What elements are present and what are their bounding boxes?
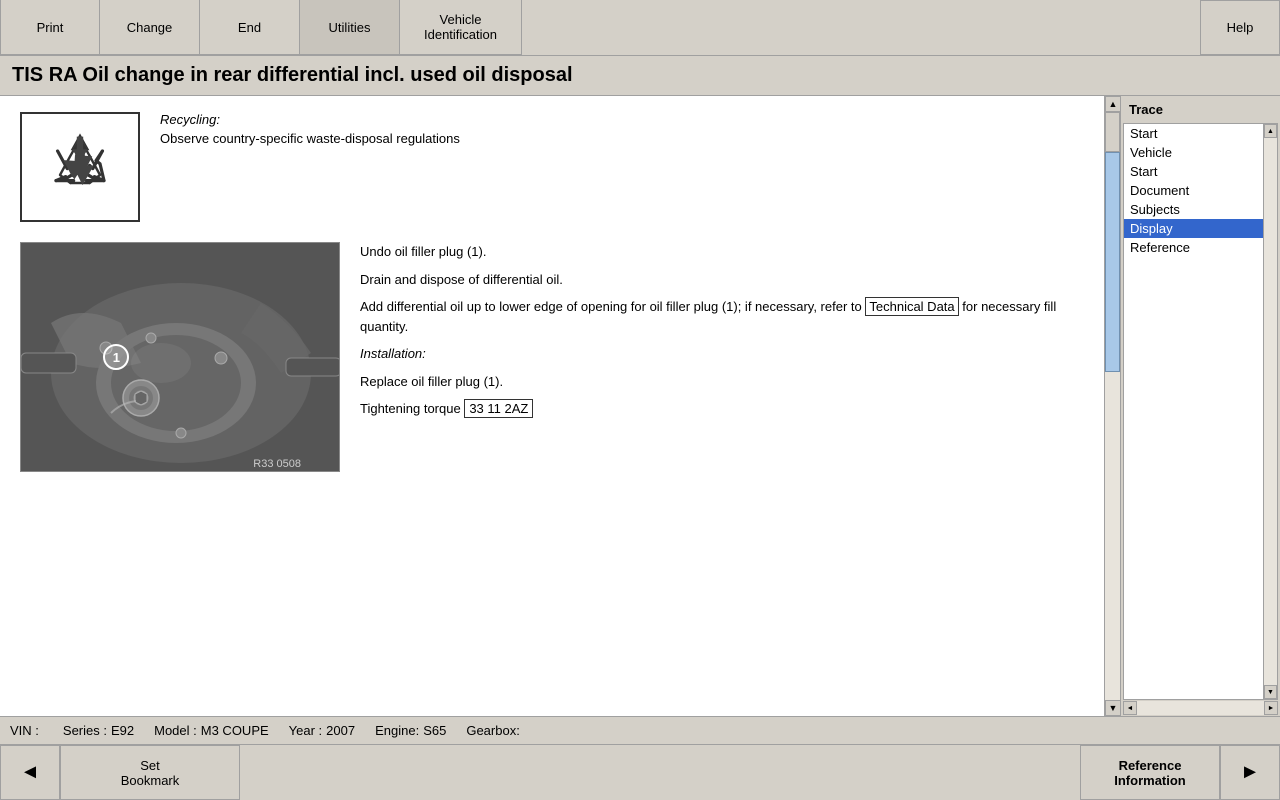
- step3-pre: Add differential oil up to lower edge of…: [360, 299, 862, 314]
- bottom-bar: ◄ SetBookmark ReferenceInformation ►: [0, 744, 1280, 800]
- utilities-button[interactable]: Utilities: [300, 0, 400, 55]
- bottom-spacer: [240, 745, 1080, 800]
- bookmark-label: SetBookmark: [121, 758, 180, 788]
- engine-label: Engine:: [375, 723, 419, 738]
- right-panel: Trace Start Vehicle Start Document Subje…: [1120, 96, 1280, 716]
- trace-item-vehicle[interactable]: Vehicle: [1124, 143, 1277, 162]
- forward-button[interactable]: ►: [1220, 745, 1280, 800]
- scroll-up-arrow[interactable]: ▲: [1105, 96, 1120, 112]
- tis-label: TIS: [12, 64, 43, 86]
- reference-info-button[interactable]: ReferenceInformation: [1080, 745, 1220, 800]
- step3-text: Add differential oil up to lower edge of…: [360, 297, 1068, 336]
- main-area: Recycling: Observe country-specific wast…: [0, 96, 1280, 716]
- install-step1: Replace oil filler plug (1).: [360, 372, 1068, 392]
- step1-text: Undo oil filler plug (1).: [360, 242, 1068, 262]
- trace-item-reference[interactable]: Reference: [1124, 238, 1277, 257]
- trace-vscroll: ▲ ▼: [1263, 124, 1277, 699]
- trace-scroll-track: [1264, 138, 1277, 685]
- trace-item-start2[interactable]: Start: [1124, 162, 1277, 181]
- scroll-thumb-top[interactable]: [1105, 112, 1120, 152]
- model-value: M3 COUPE: [201, 723, 269, 738]
- engine-item: Engine: S65: [375, 723, 446, 738]
- year-value: 2007: [326, 723, 355, 738]
- trace-list: Start Vehicle Start Document Subjects Di…: [1123, 123, 1278, 700]
- recycling-text: Observe country-specific waste-disposal …: [160, 131, 1068, 146]
- trace-scroll-down[interactable]: ▼: [1264, 685, 1277, 699]
- model-item: Model : M3 COUPE: [154, 723, 269, 738]
- trace-scroll-left[interactable]: ◄: [1123, 701, 1137, 715]
- differential-illustration: R33 0508: [21, 243, 340, 472]
- recycling-text-block: Recycling: Observe country-specific wast…: [160, 112, 1068, 146]
- scroll-track: [1105, 112, 1120, 700]
- recycle-icon-box: [20, 112, 140, 222]
- trace-item-display[interactable]: Display: [1124, 219, 1277, 238]
- recycling-label: Recycling:: [160, 112, 1068, 127]
- trace-hscroll: ◄ ►: [1123, 700, 1278, 716]
- page-title: RA Oil change in rear differential incl.…: [49, 64, 573, 86]
- photo-caption-text: R33 0508: [253, 458, 301, 470]
- content-scrollbar: ▲ ▼: [1104, 96, 1120, 716]
- bookmark-button[interactable]: SetBookmark: [60, 745, 240, 800]
- torque-line: Tightening torque 33 11 2AZ: [360, 399, 1068, 419]
- trace-scroll-up[interactable]: ▲: [1264, 124, 1277, 138]
- year-item: Year : 2007: [289, 723, 355, 738]
- year-label: Year :: [289, 723, 323, 738]
- series-label: Series :: [63, 723, 107, 738]
- trace-item-subjects[interactable]: Subjects: [1124, 200, 1277, 219]
- content-inner: Recycling: Observe country-specific wast…: [20, 112, 1068, 472]
- change-button[interactable]: Change: [100, 0, 200, 55]
- series-value: E92: [111, 723, 134, 738]
- torque-link[interactable]: 33 11 2AZ: [464, 399, 533, 418]
- scroll-down-arrow[interactable]: ▼: [1105, 700, 1120, 716]
- trace-item-start1[interactable]: Start: [1124, 124, 1277, 143]
- content-panel: Recycling: Observe country-specific wast…: [0, 96, 1120, 716]
- trace-scroll-right[interactable]: ►: [1264, 701, 1278, 715]
- scroll-thumb[interactable]: [1105, 152, 1120, 372]
- toolbar: Print Change End Utilities Vehicle Ident…: [0, 0, 1280, 56]
- engine-value: S65: [423, 723, 446, 738]
- step2-text: Drain and dispose of differential oil.: [360, 270, 1068, 290]
- title-bar: TIS RA Oil change in rear differential i…: [0, 56, 1280, 96]
- trace-header: Trace: [1121, 96, 1280, 123]
- technical-data-link[interactable]: Technical Data: [865, 297, 958, 316]
- torque-pre: Tightening torque: [360, 401, 461, 416]
- vin-label: VIN :: [10, 723, 39, 738]
- trace-item-document[interactable]: Document: [1124, 181, 1277, 200]
- section-bottom: R33 0508 1 Undo oil filler plug (1). Dra…: [20, 242, 1068, 472]
- back-button[interactable]: ◄: [0, 745, 60, 800]
- model-label: Model :: [154, 723, 197, 738]
- ref-info-label: ReferenceInformation: [1114, 758, 1186, 788]
- section-top: Recycling: Observe country-specific wast…: [20, 112, 1068, 222]
- gearbox-item: Gearbox:: [466, 723, 519, 738]
- content-scroll: Recycling: Observe country-specific wast…: [0, 96, 1104, 716]
- circle-1-label: 1: [103, 344, 129, 370]
- status-bar: VIN : Series : E92 Model : M3 COUPE Year…: [0, 716, 1280, 744]
- photo-box: R33 0508 1: [20, 242, 340, 472]
- vin-item: VIN :: [10, 723, 43, 738]
- trace-hscroll-track: [1137, 701, 1264, 715]
- vehicle-id-button[interactable]: Vehicle Identification: [400, 0, 522, 55]
- help-button[interactable]: Help: [1200, 0, 1280, 55]
- installation-label: Installation:: [360, 346, 426, 361]
- gearbox-label: Gearbox:: [466, 723, 519, 738]
- print-button[interactable]: Print: [0, 0, 100, 55]
- recycle-icon: [40, 127, 120, 207]
- series-item: Series : E92: [63, 723, 134, 738]
- end-button[interactable]: End: [200, 0, 300, 55]
- instructions: Undo oil filler plug (1). Drain and disp…: [360, 242, 1068, 427]
- toolbar-spacer: [522, 0, 1200, 55]
